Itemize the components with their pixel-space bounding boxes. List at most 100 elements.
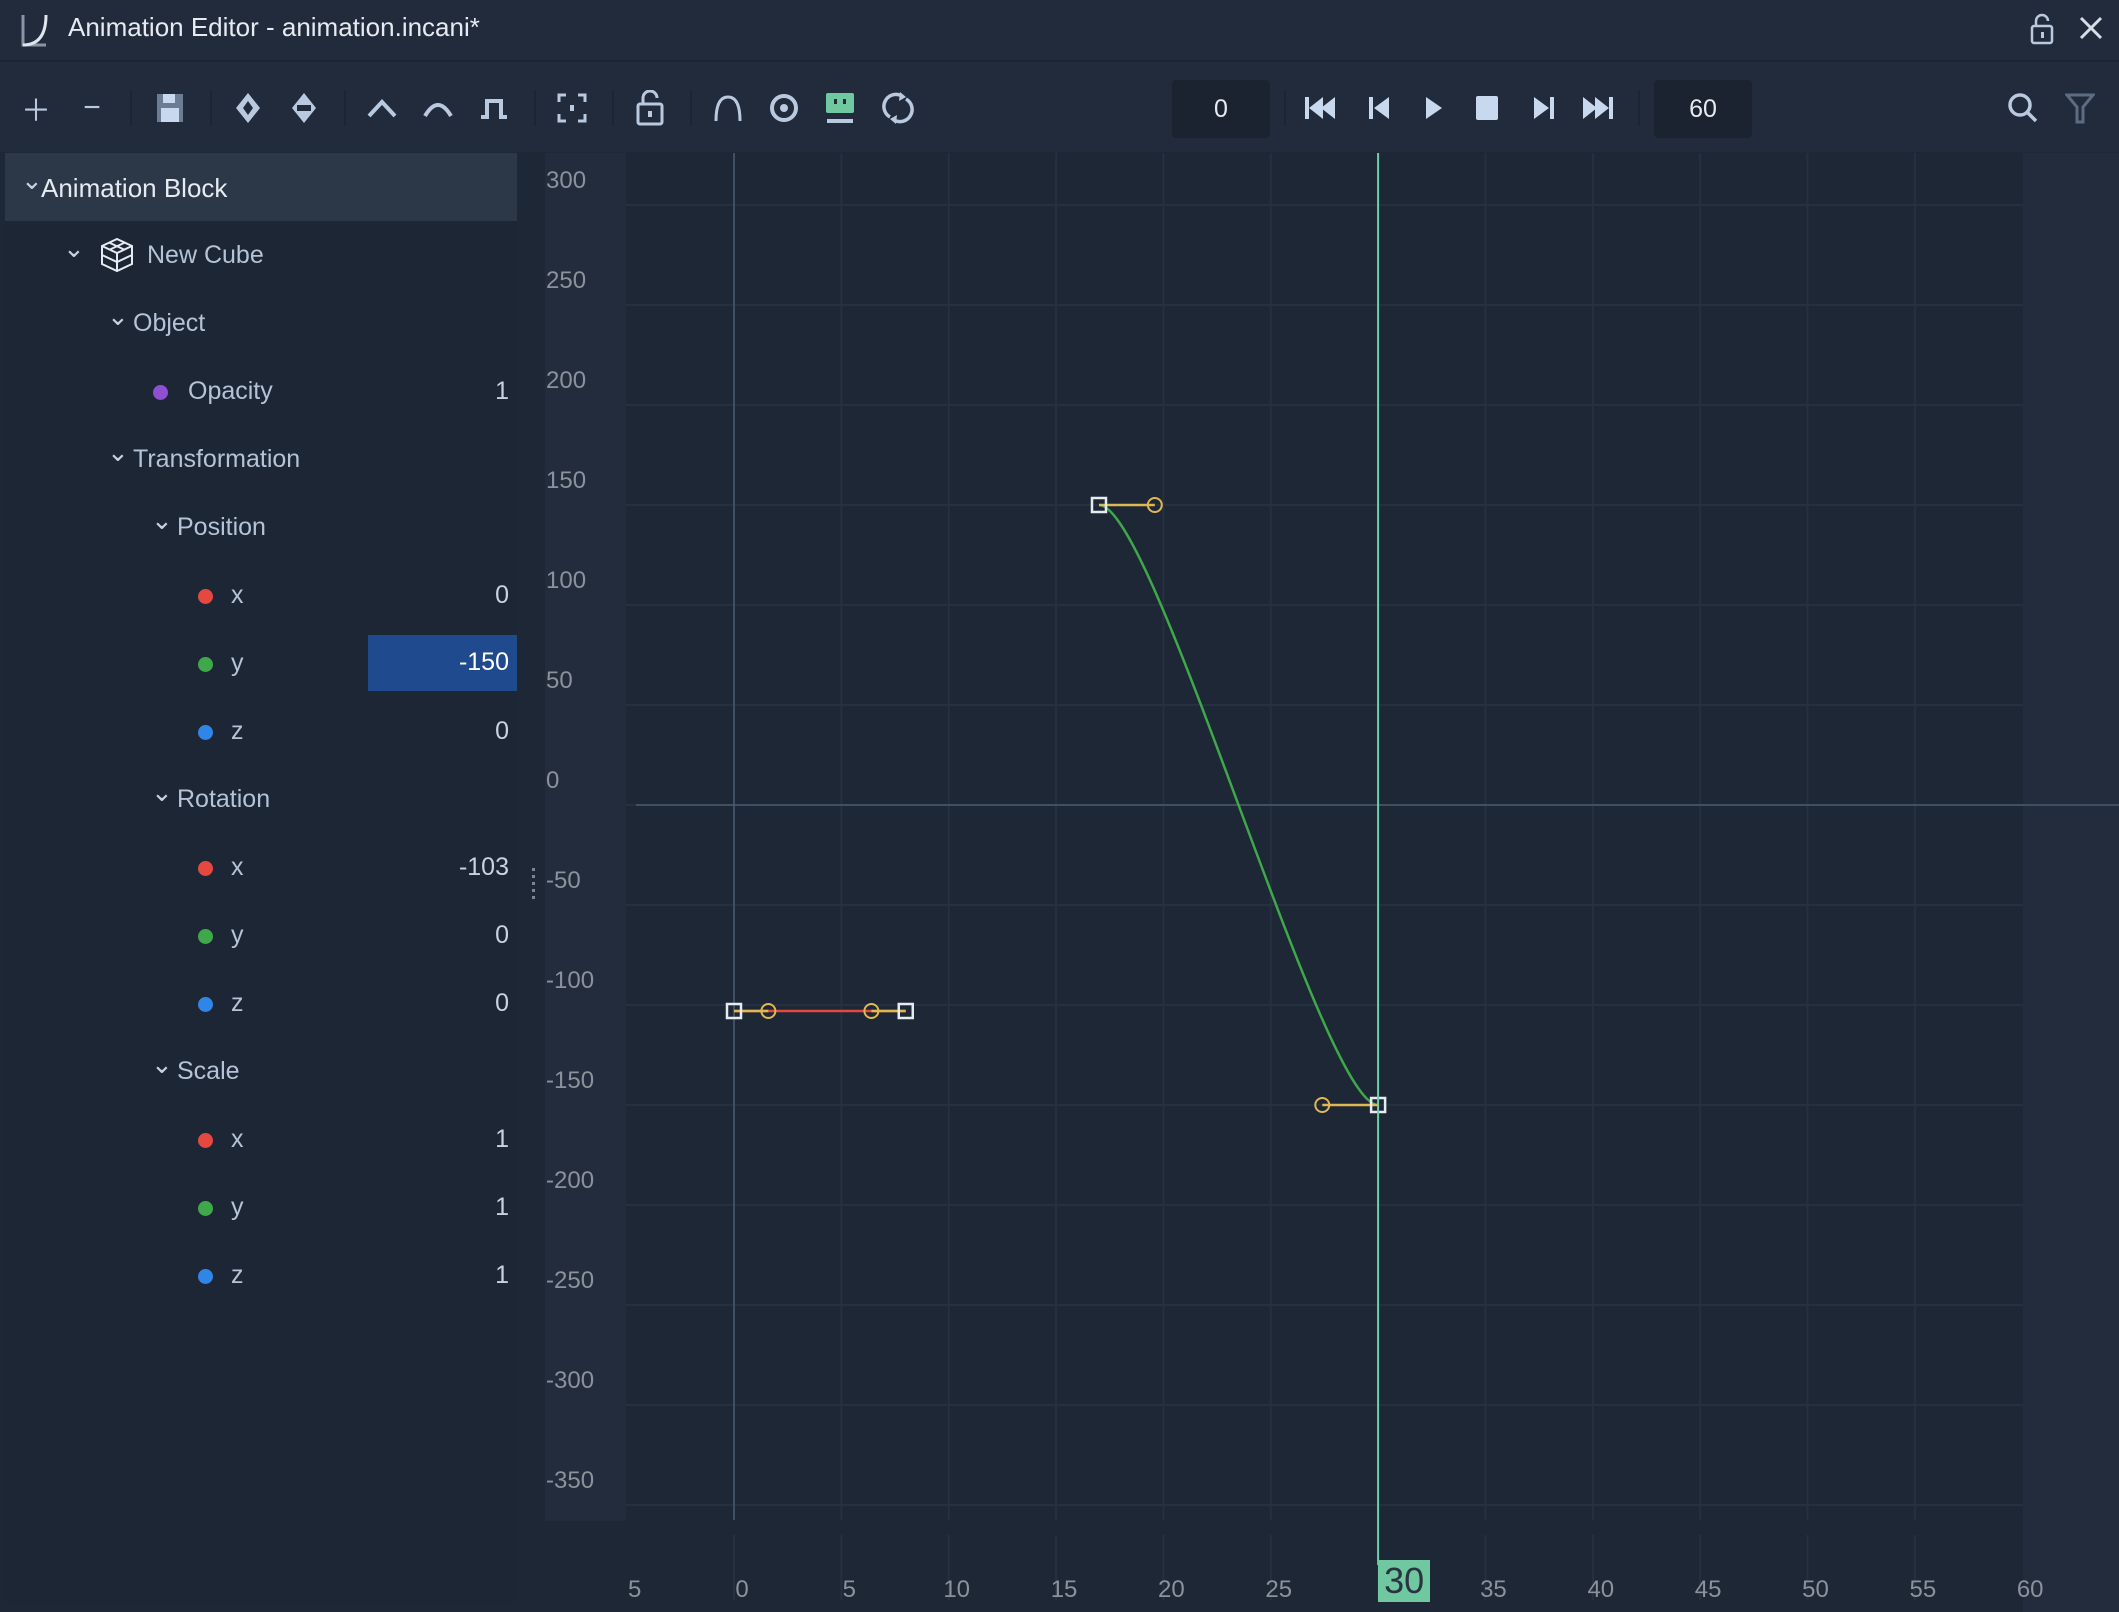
tree-item[interactable]: z0: [5, 697, 517, 765]
tree-item-label: z: [231, 717, 244, 745]
smooth-curve-icon[interactable]: [360, 86, 404, 130]
tree-item-label: z: [231, 989, 244, 1017]
divider: [612, 90, 614, 126]
filter-icon[interactable]: [2058, 86, 2102, 130]
toolbar: ＋ − 0 60: [0, 60, 2119, 152]
tree-item-label: Position: [177, 513, 266, 541]
arc-icon[interactable]: [706, 86, 750, 130]
tree-item-label: Transformation: [133, 445, 301, 473]
lock-icon[interactable]: [2028, 12, 2058, 46]
tree-item-label: z: [231, 1261, 244, 1289]
step-back-icon[interactable]: [1358, 86, 1402, 130]
property-value[interactable]: 1: [495, 1125, 509, 1154]
play-icon[interactable]: [1412, 86, 1456, 130]
chevron-down-icon[interactable]: ⌄: [107, 437, 129, 467]
tree-item[interactable]: z0: [5, 969, 517, 1037]
property-value[interactable]: 1: [495, 1261, 509, 1290]
tree-item-label: Animation Block: [41, 173, 228, 203]
tree-item-label: y: [231, 649, 244, 677]
divider: [130, 90, 132, 126]
splitter-handle[interactable]: [530, 866, 540, 906]
y-tick-label: 200: [546, 367, 587, 394]
property-value[interactable]: 1: [495, 377, 509, 406]
skip-start-icon[interactable]: [1298, 86, 1342, 130]
tree-item-label: x: [231, 853, 244, 881]
x-tick-label: 0: [735, 1576, 749, 1603]
tree-item[interactable]: ⌄ Animation Block: [5, 153, 517, 221]
end-frame-input[interactable]: 60: [1654, 80, 1752, 138]
divider: [690, 90, 692, 126]
x-tick-label: 50: [1802, 1576, 1829, 1603]
channel-color-dot: [198, 589, 213, 604]
property-value[interactable]: 0: [495, 717, 509, 746]
tree-item[interactable]: x1: [5, 1105, 517, 1173]
property-value[interactable]: -150: [368, 635, 517, 691]
title-bar: Animation Editor - animation.incani*: [0, 0, 2119, 60]
auto-curve-icon[interactable]: [416, 86, 460, 130]
tree-item[interactable]: x -103: [5, 833, 517, 901]
divider: [210, 90, 212, 126]
add-keyframe-icon[interactable]: [226, 86, 270, 130]
close-icon[interactable]: [2077, 14, 2107, 44]
chevron-down-icon[interactable]: ⌄: [151, 777, 173, 807]
tree-item[interactable]: y0: [5, 901, 517, 969]
tree-item[interactable]: ⌄ Position: [5, 493, 517, 561]
property-value[interactable]: 0: [495, 989, 509, 1018]
start-frame-input[interactable]: 0: [1172, 80, 1270, 138]
x-tick-label: 25: [1265, 1576, 1293, 1603]
y-tick-label: 300: [546, 167, 587, 194]
fit-view-icon[interactable]: [550, 86, 594, 130]
tree-item[interactable]: x0: [5, 561, 517, 629]
tree-item-label: y: [231, 921, 244, 949]
x-tick-label: 40: [1587, 1576, 1615, 1603]
chevron-down-icon[interactable]: ⌄: [151, 505, 173, 535]
y-tick-label: -50: [546, 867, 581, 894]
tree-item-label: y: [231, 1193, 244, 1221]
tree-item[interactable]: ⌄ Scale: [5, 1037, 517, 1105]
tree-item[interactable]: ⌄ New Cube: [5, 221, 517, 289]
plus-icon[interactable]: ＋: [14, 86, 58, 130]
property-value[interactable]: 1: [495, 1193, 509, 1222]
tree-item[interactable]: ⌄ Object: [5, 289, 517, 357]
y-tick-label: -250: [546, 1267, 595, 1294]
channel-color-dot: [153, 385, 168, 400]
curve-graph[interactable]: [626, 153, 2023, 1521]
lock-icon[interactable]: [628, 86, 672, 130]
tree-item[interactable]: z1: [5, 1241, 517, 1309]
tree-item[interactable]: ⌄ Transformation: [5, 425, 517, 493]
property-value[interactable]: -103: [459, 853, 509, 882]
property-tree: ⌄ Animation Block ⌄ New Cube ⌄ Object Opacity 1…: [5, 153, 517, 1603]
app-logo-icon: [21, 14, 48, 47]
chevron-down-icon[interactable]: ⌄: [151, 1049, 173, 1079]
tree-item-label: x: [231, 1125, 244, 1153]
step-curve-icon[interactable]: [472, 86, 516, 130]
stop-icon[interactable]: [1465, 86, 1509, 130]
monitor-icon[interactable]: [818, 86, 862, 130]
tree-item[interactable]: Opacity 1: [5, 357, 517, 425]
chevron-down-icon[interactable]: ⌄: [107, 301, 129, 331]
minus-icon[interactable]: −: [70, 86, 114, 130]
remove-keyframe-icon[interactable]: [282, 86, 326, 130]
y-tick-label: 250: [546, 267, 587, 294]
channel-color-dot: [198, 1201, 213, 1216]
property-value[interactable]: 0: [495, 581, 509, 610]
x-tick-label: 5: [627, 1576, 642, 1603]
save-icon[interactable]: [148, 86, 192, 130]
step-forward-icon[interactable]: [1521, 86, 1565, 130]
tree-item[interactable]: y1: [5, 1173, 517, 1241]
current-frame-marker[interactable]: 30: [1378, 1560, 1431, 1602]
x-tick-label: 10: [943, 1576, 971, 1603]
divider: [534, 90, 536, 126]
property-value[interactable]: 0: [495, 921, 509, 950]
tree-item-label: Rotation: [177, 785, 271, 813]
tree-item[interactable]: ⌄ Rotation: [5, 765, 517, 833]
x-tick-label: 15: [1050, 1576, 1078, 1603]
chevron-down-icon[interactable]: ⌄: [63, 233, 85, 263]
loop-icon[interactable]: [876, 86, 920, 130]
channel-color-dot: [198, 861, 213, 876]
search-icon[interactable]: [2001, 86, 2045, 130]
chevron-down-icon[interactable]: ⌄: [21, 165, 43, 195]
eye-icon[interactable]: [762, 86, 806, 130]
skip-end-icon[interactable]: [1576, 86, 1620, 130]
tree-item[interactable]: y -150: [5, 629, 517, 697]
